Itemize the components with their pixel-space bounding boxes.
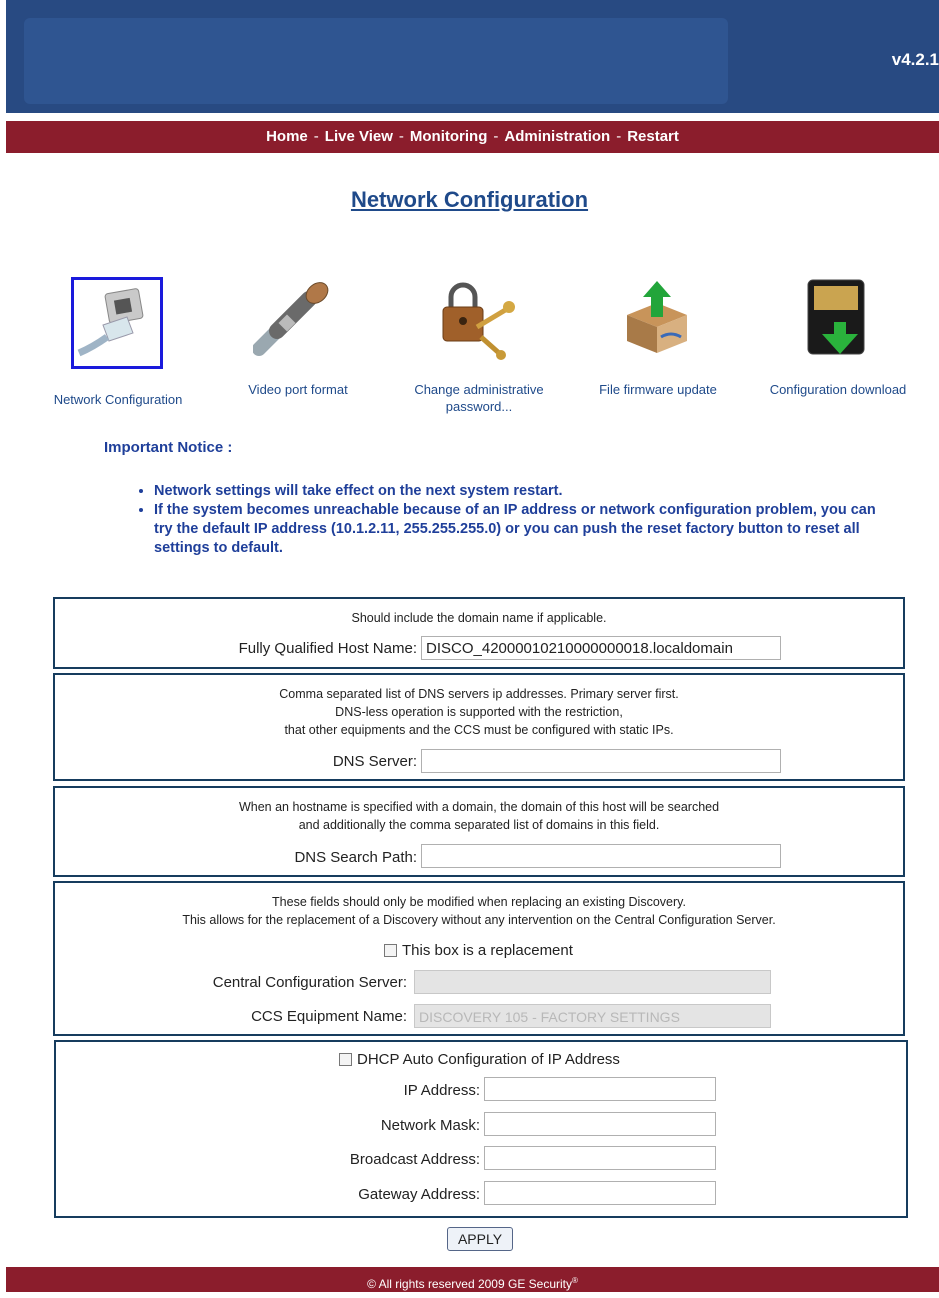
nav-separator: - [493, 128, 499, 145]
network-config-link[interactable] [71, 277, 163, 369]
footer: © All rights reserved 2009 GE Security® [6, 1267, 939, 1292]
footer-copyright: © All rights reserved 2009 GE Security [367, 1277, 573, 1291]
network-mask-label: Network Mask: [380, 1117, 480, 1134]
padlock-keys-icon [442, 282, 515, 360]
dns-search-input[interactable] [421, 844, 781, 868]
network-mask-input[interactable] [484, 1112, 716, 1136]
dns-hint-line: that other equipments and the CCS must b… [284, 723, 674, 737]
header-logo-area [24, 18, 728, 104]
notice-item: Network settings will take effect on the… [154, 482, 884, 501]
replacement-checkbox[interactable] [384, 944, 397, 957]
box-upload-icon [627, 281, 687, 353]
nav-separator: - [616, 128, 622, 145]
dns-search-panel: When an hostname is specified with a dom… [53, 786, 905, 877]
network-cable-icon [71, 277, 163, 369]
ccs-label: Central Configuration Server: [212, 974, 407, 991]
ccs-equipment-label: CCS Equipment Name: [251, 1008, 407, 1025]
replacement-hint-line: This allows for the replacement of a Dis… [182, 913, 776, 927]
video-port-label[interactable]: Video port format [230, 381, 366, 398]
header-banner: v4.2.1 [6, 0, 939, 113]
dns-server-panel: Comma separated list of DNS servers ip a… [53, 673, 905, 781]
replacement-hint-line: These fields should only be modified whe… [272, 895, 686, 909]
gateway-address-label: Gateway Address: [358, 1186, 480, 1203]
hostname-label: Fully Qualified Host Name: [238, 640, 417, 657]
network-config-label[interactable]: Network Configuration [40, 391, 196, 408]
hostname-input[interactable]: DISCO_42000010210000000018.localdomain [421, 636, 781, 660]
dns-hint-line: DNS-less operation is supported with the… [335, 705, 623, 719]
important-notice-title: Important Notice : [104, 439, 233, 456]
nav-bar: Home - Live View - Monitoring - Administration… [6, 121, 939, 153]
broadcast-address-input[interactable] [484, 1146, 716, 1170]
nav-live-view[interactable]: Live View [325, 128, 393, 145]
replacement-checkbox-label[interactable]: This box is a replacement [402, 942, 573, 959]
firmware-update-link[interactable] [617, 277, 697, 357]
broadcast-address-label: Broadcast Address: [349, 1151, 480, 1168]
config-download-link[interactable] [806, 278, 868, 360]
notice-item: If the system becomes unreachable becaus… [154, 501, 884, 558]
dns-server-input[interactable] [421, 749, 781, 773]
replacement-panel: These fields should only be modified whe… [53, 881, 905, 1036]
nav-separator: - [398, 128, 404, 145]
ip-address-input[interactable] [484, 1077, 716, 1101]
gateway-address-input[interactable] [484, 1181, 716, 1205]
hostname-panel: Should include the domain name if applic… [53, 597, 905, 669]
nav-administration[interactable]: Administration [504, 128, 610, 145]
nav-home[interactable]: Home [266, 128, 308, 145]
ccs-equipment-input[interactable]: DISCOVERY 105 - FACTORY SETTINGS [414, 1004, 771, 1028]
dhcp-checkbox[interactable] [339, 1053, 352, 1066]
hostname-hint: Should include the domain name if applic… [351, 611, 607, 625]
nav-monitoring[interactable]: Monitoring [410, 128, 487, 145]
config-download-label[interactable]: Configuration download [755, 381, 921, 398]
dhcp-checkbox-label[interactable]: DHCP Auto Configuration of IP Address [357, 1051, 620, 1068]
change-password-label[interactable]: Change administrative password... [406, 381, 552, 415]
search-hint-line: and additionally the comma separated lis… [298, 818, 660, 832]
video-port-link[interactable] [252, 275, 343, 361]
dns-hint-line: Comma separated list of DNS servers ip a… [279, 687, 679, 701]
search-hint-line: When an hostname is specified with a dom… [238, 800, 720, 814]
nav-restart[interactable]: Restart [627, 128, 679, 145]
page-title: Network Configuration [350, 187, 589, 212]
important-notice-list: Network settings will take effect on the… [134, 482, 884, 558]
ip-settings-panel: DHCP Auto Configuration of IP Address IP… [54, 1040, 908, 1218]
apply-button[interactable]: APPLY [447, 1227, 513, 1251]
bnc-connector-icon [252, 282, 329, 356]
memory-card-download-icon [807, 279, 865, 355]
dns-search-label: DNS Search Path: [294, 849, 417, 866]
ccs-input[interactable] [414, 970, 771, 994]
ip-address-label: IP Address: [403, 1082, 480, 1099]
dns-server-label: DNS Server: [332, 753, 417, 770]
nav-separator: - [313, 128, 319, 145]
version-label: v4.2.1 [891, 50, 939, 69]
registered-mark: ® [572, 1276, 578, 1285]
firmware-update-label[interactable]: File firmware update [588, 381, 728, 398]
change-password-link[interactable] [437, 279, 521, 361]
